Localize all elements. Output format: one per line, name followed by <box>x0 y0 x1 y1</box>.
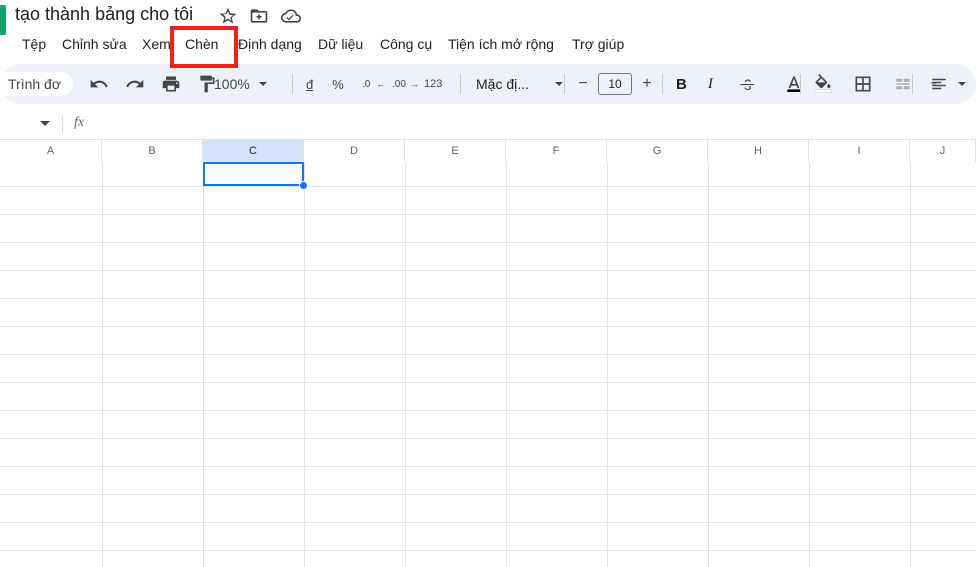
print-icon[interactable] <box>158 71 184 97</box>
bold-button[interactable]: B <box>676 76 687 93</box>
column-header-row: A B C D E F G H I J <box>0 140 976 162</box>
menu-dinh-dang[interactable]: Định dạng <box>236 32 304 56</box>
strikethrough-icon[interactable] <box>734 71 760 97</box>
font-family-chevron-down-icon[interactable] <box>554 82 563 86</box>
toolbar-divider <box>564 74 565 94</box>
column-header-a[interactable]: A <box>0 140 102 162</box>
column-header-h[interactable]: H <box>708 140 809 162</box>
menu-xem[interactable]: Xem <box>140 32 173 56</box>
menu-chinh-sua[interactable]: Chỉnh sửa <box>60 32 129 56</box>
spreadsheet-app: tạo thành bảng cho tôi Tệp Chỉnh sửa Xem… <box>0 0 976 567</box>
toolbar-divider <box>460 74 461 94</box>
column-header-i[interactable]: I <box>809 140 910 162</box>
search-icon <box>0 75 2 93</box>
horizontal-align-chevron-down-icon[interactable] <box>958 82 966 86</box>
vertical-align-icon[interactable] <box>972 71 976 97</box>
spreadsheet-grid[interactable]: A B C D E F G H I J <box>0 140 976 567</box>
toolbar-divider <box>800 74 801 94</box>
horizontal-align-icon[interactable] <box>926 71 952 97</box>
formula-input[interactable] <box>98 114 972 134</box>
currency-format-button[interactable]: đ <box>306 77 313 92</box>
grid-cells-area[interactable] <box>0 162 976 567</box>
font-family-select[interactable]: Mặc đị... <box>476 74 529 94</box>
column-header-d[interactable]: D <box>304 140 405 162</box>
zoom-level[interactable]: 100% <box>214 74 250 94</box>
formula-bar-divider <box>62 116 63 133</box>
column-header-j[interactable]: J <box>910 140 976 162</box>
menu-chen[interactable]: Chèn <box>183 32 220 56</box>
increase-decimal-button[interactable]: .00 <box>392 79 406 90</box>
menu-du-lieu[interactable]: Dữ liệu <box>316 32 365 56</box>
column-header-f[interactable]: F <box>506 140 607 162</box>
menu-tien-ich-mo-rong[interactable]: Tiện ích mở rộng <box>446 32 556 56</box>
italic-button[interactable]: I <box>708 76 713 93</box>
column-header-g[interactable]: G <box>607 140 708 162</box>
menu-cong-cu[interactable]: Công cụ <box>378 32 434 56</box>
font-size-input[interactable]: 10 <box>598 73 632 95</box>
menu-tep[interactable]: Tệp <box>20 32 48 56</box>
font-size-increase-button[interactable]: + <box>638 75 656 93</box>
document-title[interactable]: tạo thành bảng cho tôi <box>15 1 193 27</box>
move-folder-icon[interactable] <box>249 6 269 26</box>
formula-bar: fx <box>0 108 976 140</box>
toolbar: Trình đơ 100% đ % .0 ← .00 → 123 Mặc đị.… <box>0 64 976 104</box>
decrease-decimal-arrow-icon: ← <box>376 79 386 89</box>
fill-handle[interactable] <box>299 181 308 190</box>
text-color-icon[interactable] <box>781 71 807 97</box>
redo-icon[interactable] <box>122 71 148 97</box>
star-icon[interactable] <box>218 6 238 26</box>
menu-search-label: Trình đơ <box>8 76 62 92</box>
column-header-e[interactable]: E <box>405 140 506 162</box>
increase-decimal-arrow-icon: → <box>409 79 419 89</box>
menu-tro-giup[interactable]: Trợ giúp <box>570 32 626 56</box>
name-box-chevron-down-icon[interactable] <box>40 121 50 126</box>
percent-format-button[interactable]: % <box>332 77 344 92</box>
fill-color-icon[interactable] <box>810 71 836 97</box>
title-bar: tạo thành bảng cho tôi <box>0 0 976 30</box>
column-header-c[interactable]: C <box>203 140 304 162</box>
undo-icon[interactable] <box>86 71 112 97</box>
toolbar-divider <box>292 74 293 94</box>
fx-icon: fx <box>74 115 85 130</box>
menu-bar: Tệp Chỉnh sửa Xem Chèn Định dạng Dữ liệu… <box>0 32 976 58</box>
font-size-decrease-button[interactable]: − <box>574 75 592 93</box>
menu-search-button[interactable]: Trình đơ <box>0 72 74 96</box>
toolbar-divider <box>912 74 913 94</box>
borders-icon[interactable] <box>850 71 876 97</box>
zoom-chevron-down-icon[interactable] <box>258 82 267 86</box>
decrease-decimal-button[interactable]: .0 <box>362 79 370 90</box>
number-format-button[interactable]: 123 <box>424 78 442 90</box>
cloud-saved-icon[interactable] <box>281 6 301 26</box>
column-header-b[interactable]: B <box>102 140 203 162</box>
active-cell-cursor <box>203 162 304 186</box>
toolbar-divider <box>662 74 663 94</box>
